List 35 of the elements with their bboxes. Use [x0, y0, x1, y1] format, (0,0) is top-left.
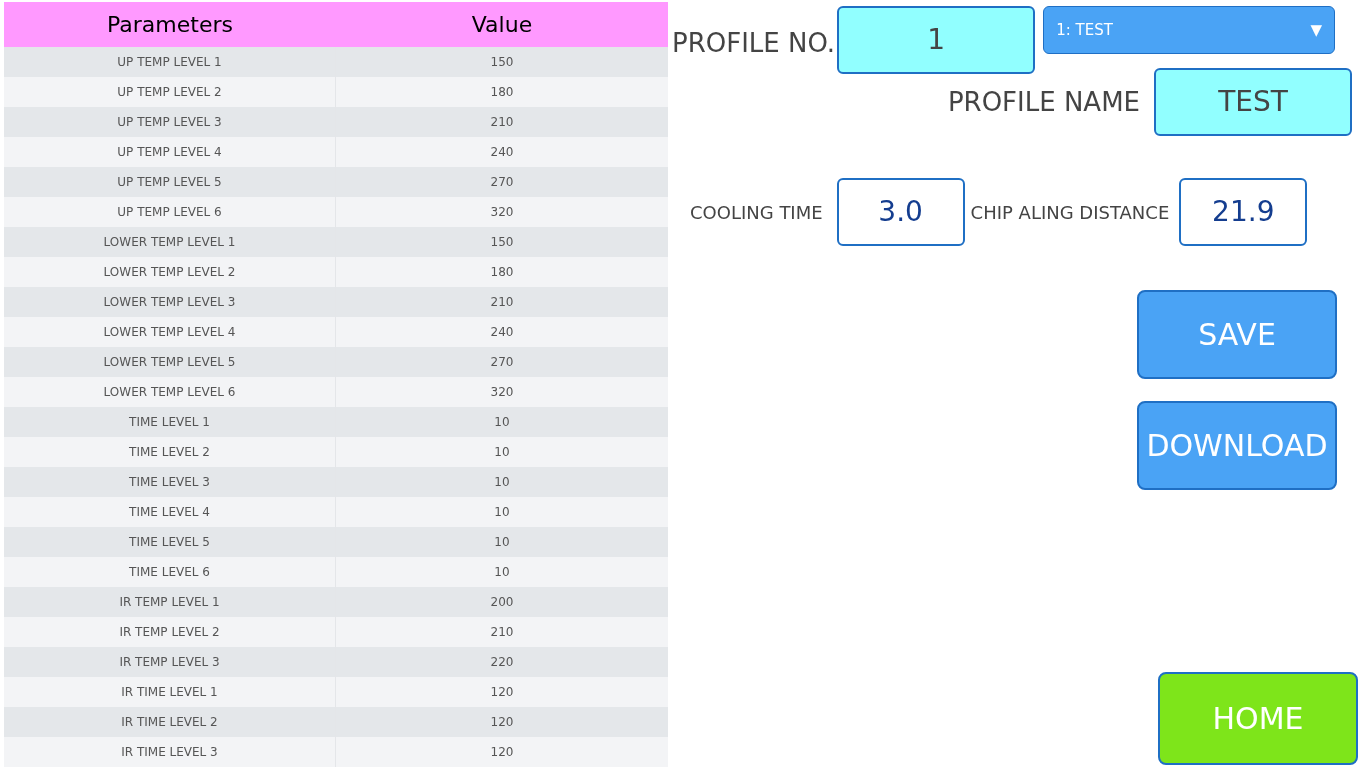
table-cell-text: 150 — [489, 54, 515, 71]
field-label: PROFILE NO. — [672, 27, 836, 60]
table-cell-text: 210 — [489, 624, 515, 641]
table-cell-text: 270 — [489, 174, 515, 191]
table-cell: IR TIME LEVEL 3 — [4, 737, 336, 767]
table-cell-text: 120 — [489, 744, 515, 761]
field-label: COOLING TIME — [690, 200, 823, 225]
column-header: Parameters — [106, 11, 234, 39]
table-cell-text: 200 — [489, 594, 515, 611]
table-cell-text: 120 — [489, 714, 515, 731]
table-cell-text: 270 — [489, 354, 515, 371]
table-cell-text: 150 — [489, 234, 515, 251]
field-label: CHIP ALING DISTANCE — [970, 200, 1170, 225]
table-cell-text: 320 — [489, 204, 515, 221]
cooling-time-field[interactable]: 3.0 — [836, 178, 965, 246]
table-cell-text: 10 — [493, 444, 511, 461]
table-cell-text: 120 — [489, 684, 515, 701]
table-cell-text: 10 — [493, 414, 511, 431]
table-cell-text: 10 — [493, 534, 511, 551]
field-label: PROFILE NAME — [947, 85, 1140, 119]
distance-field[interactable]: 21.9 — [1179, 178, 1308, 246]
profile-number-field[interactable]: 1 — [837, 6, 1036, 74]
table-cell-text: 240 — [489, 324, 515, 341]
profile-name-field[interactable]: TEST — [1154, 68, 1352, 136]
table-cell-text: 10 — [493, 564, 511, 581]
table-cell-text: 10 — [493, 504, 511, 521]
table-cell-text: 10 — [493, 474, 511, 491]
table-cell-text: 210 — [489, 114, 515, 131]
table-cell-text: 320 — [489, 384, 515, 401]
table-cell-text: 180 — [489, 264, 515, 281]
table-cell-text: 240 — [489, 144, 515, 161]
table-cell-text: 210 — [489, 294, 515, 311]
column-header: Value — [470, 11, 534, 39]
table-cell-text: 180 — [489, 84, 515, 101]
table-cell-text: 220 — [489, 654, 515, 671]
